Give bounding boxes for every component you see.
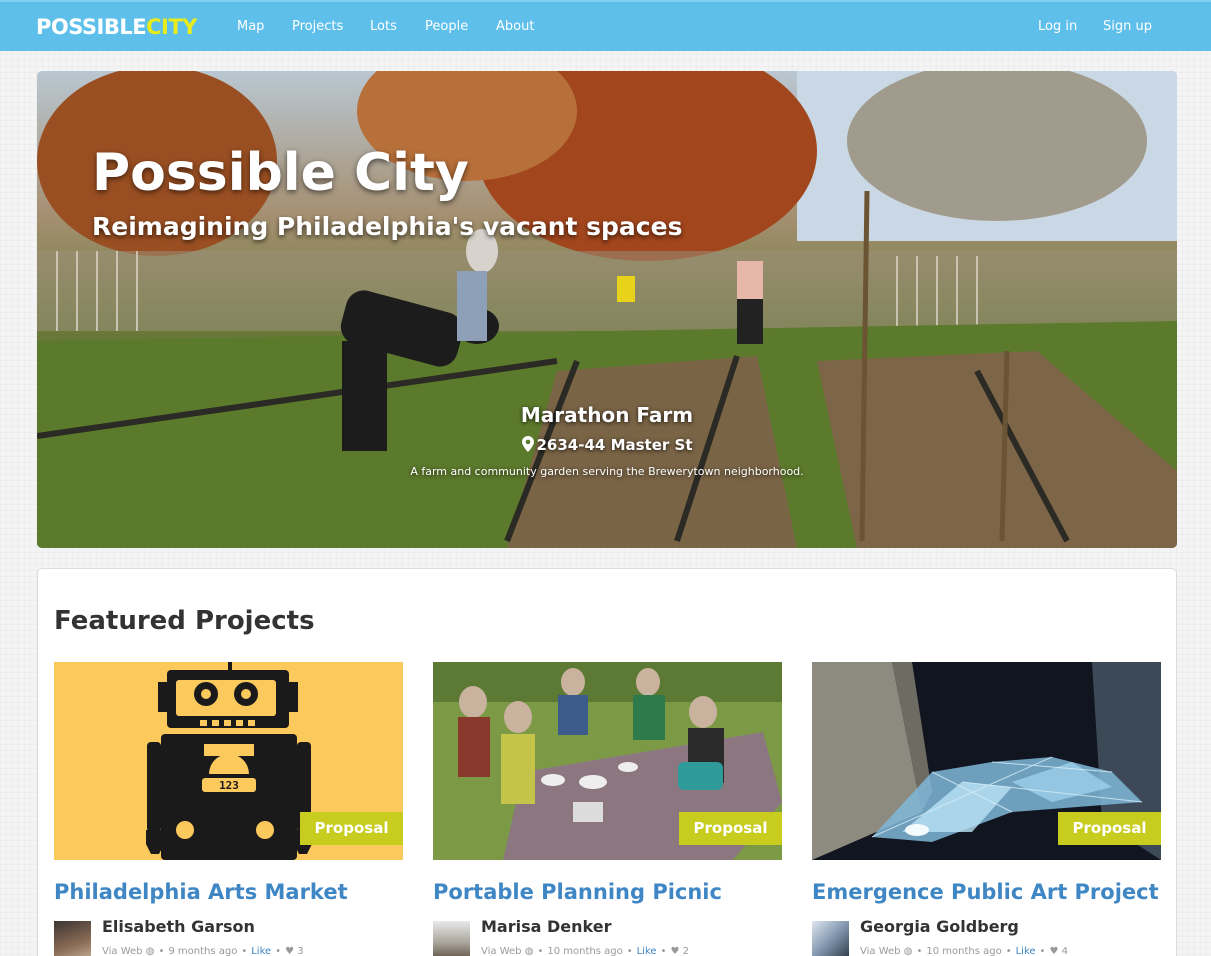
lot-name[interactable]: Marathon Farm [357, 401, 857, 429]
avatar[interactable] [433, 921, 470, 956]
map-pin-icon [521, 436, 534, 452]
signup-link[interactable]: Sign up [1103, 19, 1152, 35]
hero-title: Possible City [92, 143, 469, 203]
avatar[interactable] [812, 921, 849, 956]
like-count: 3 [297, 946, 304, 956]
like-link[interactable]: Like [251, 946, 271, 956]
lot-address-text: 2634-44 Master St [536, 436, 693, 454]
globe-icon: ◍ [145, 946, 155, 956]
nav-link-projects[interactable]: Projects [292, 19, 343, 35]
like-count: 4 [1061, 946, 1068, 956]
featured-projects-heading: Featured Projects [54, 606, 315, 636]
status-badge: Proposal [679, 812, 782, 845]
via-text: Via Web [860, 946, 901, 956]
heart-icon: ♥ [670, 946, 680, 956]
nav-link-people[interactable]: People [425, 19, 468, 35]
brand-logo[interactable]: POSSIBLECITY [36, 14, 197, 40]
globe-icon: ◍ [903, 946, 913, 956]
heart-icon: ♥ [285, 946, 295, 956]
status-badge: Proposal [300, 812, 403, 845]
project-image-art[interactable]: Proposal [812, 662, 1161, 860]
project-card[interactable]: Proposal Emergence Public Art Project Ge… [812, 662, 1161, 956]
project-title[interactable]: Philadelphia Arts Market [54, 878, 348, 906]
project-image-robot[interactable]: 123 Proposal [54, 662, 403, 860]
avatar[interactable] [54, 921, 91, 956]
like-link[interactable]: Like [1016, 946, 1036, 956]
project-meta: Via Web ◍ • 10 months ago • Like • ♥ 2 [481, 946, 689, 956]
heart-icon: ♥ [1049, 946, 1059, 956]
nav-link-about[interactable]: About [496, 19, 534, 35]
login-link[interactable]: Log in [1038, 19, 1077, 35]
via-text: Via Web [102, 946, 143, 956]
time-text: 10 months ago [547, 946, 623, 956]
project-meta: Via Web ◍ • 10 months ago • Like • ♥ 4 [860, 946, 1068, 956]
project-author[interactable]: Georgia Goldberg [860, 917, 1019, 937]
time-text: 10 months ago [926, 946, 1002, 956]
project-author[interactable]: Marisa Denker [481, 917, 611, 937]
time-text: 9 months ago [168, 946, 238, 956]
hero-banner[interactable]: Possible City Reimagining Philadelphia's… [37, 71, 1177, 548]
brand-logo-part1: POSSIBLE [36, 15, 147, 39]
project-author[interactable]: Elisabeth Garson [102, 917, 255, 937]
like-count: 2 [682, 946, 689, 956]
project-title[interactable]: Emergence Public Art Project [812, 878, 1159, 906]
project-meta: Via Web ◍ • 9 months ago • Like • ♥ 3 [102, 946, 304, 956]
project-card[interactable]: Proposal Portable Planning Picnic Marisa… [433, 662, 782, 956]
like-link[interactable]: Like [637, 946, 657, 956]
brand-logo-part2: CITY [146, 15, 197, 39]
nav-link-lots[interactable]: Lots [370, 19, 397, 35]
status-badge: Proposal [1058, 812, 1161, 845]
robot-dial-text: 123 [219, 779, 239, 792]
via-text: Via Web [481, 946, 522, 956]
lot-description: A farm and community garden serving the … [410, 465, 804, 478]
hero-lot-caption[interactable]: Marathon Farm 2634-44 Master St A farm a… [357, 401, 857, 481]
lot-address: 2634-44 Master St [357, 433, 857, 457]
project-title[interactable]: Portable Planning Picnic [433, 878, 722, 906]
top-navbar: POSSIBLECITY Map Projects Lots People Ab… [0, 0, 1211, 51]
globe-icon: ◍ [524, 946, 534, 956]
featured-projects-panel: Featured Projects 123 Proposal Philadelp… [37, 568, 1177, 956]
nav-link-map[interactable]: Map [237, 19, 264, 35]
project-image-picnic[interactable]: Proposal [433, 662, 782, 860]
hero-subtitle: Reimagining Philadelphia's vacant spaces [92, 212, 683, 241]
project-card[interactable]: 123 Proposal Philadelphia Arts Market El… [54, 662, 403, 956]
